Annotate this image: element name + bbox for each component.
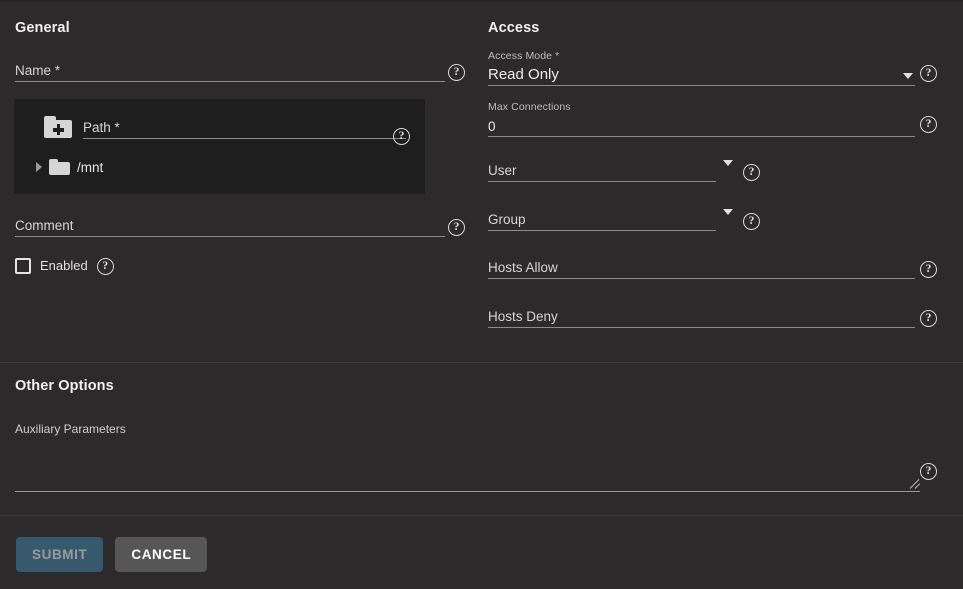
group-select[interactable]: Group <box>488 209 716 231</box>
enabled-help-icon[interactable]: ? <box>97 258 114 275</box>
chevron-right-icon[interactable] <box>36 162 42 172</box>
other-options-section-title: Other Options <box>15 378 114 394</box>
tree-item-label: /mnt <box>77 160 103 175</box>
hosts-allow-help-icon[interactable]: ? <box>920 261 937 278</box>
user-chevron-down-icon[interactable] <box>723 160 733 166</box>
max-connections-field[interactable]: Max Connections 0 <box>488 101 915 137</box>
access-mode-value: Read Only <box>488 66 559 83</box>
max-connections-help-icon[interactable]: ? <box>920 116 937 133</box>
hosts-allow-field[interactable]: Hosts Allow <box>488 257 915 279</box>
enabled-checkbox[interactable] <box>15 258 31 274</box>
path-field[interactable]: Path * <box>83 117 406 139</box>
hosts-allow-label: Hosts Allow <box>488 260 558 275</box>
hosts-deny-label: Hosts Deny <box>488 309 558 324</box>
user-label: User <box>488 163 517 178</box>
enabled-checkbox-row[interactable]: Enabled ? <box>15 257 114 274</box>
access-mode-field[interactable]: Access Mode * Read Only <box>488 50 915 86</box>
section-divider-top <box>0 362 963 363</box>
path-tree-panel: Path * /mnt <box>14 99 425 194</box>
submit-button[interactable]: SUBMIT <box>16 537 103 572</box>
user-help-icon[interactable]: ? <box>743 164 760 181</box>
hosts-deny-input[interactable]: Hosts Deny <box>488 306 915 328</box>
rsync-module-form: General Name * ? Path * /mnt ? <box>0 0 963 589</box>
hosts-deny-field[interactable]: Hosts Deny <box>488 306 915 328</box>
path-label: Path * <box>83 120 120 135</box>
hosts-deny-help-icon[interactable]: ? <box>920 310 937 327</box>
hosts-allow-input[interactable]: Hosts Allow <box>488 257 915 279</box>
max-connections-label: Max Connections <box>488 101 915 113</box>
auxiliary-parameters-help-icon[interactable]: ? <box>920 463 937 480</box>
max-connections-value: 0 <box>488 119 496 134</box>
resize-handle-icon[interactable] <box>910 477 922 489</box>
tree-row[interactable]: /mnt <box>36 159 103 175</box>
user-select[interactable]: User <box>488 160 716 182</box>
form-actions: SUBMIT CANCEL <box>16 537 207 572</box>
name-input[interactable]: Name * <box>15 60 445 82</box>
group-help-icon[interactable]: ? <box>743 213 760 230</box>
folder-icon <box>49 159 70 175</box>
general-section-title: General <box>15 20 70 36</box>
auxiliary-parameters-textarea[interactable] <box>15 470 920 492</box>
group-field[interactable]: Group <box>488 209 716 231</box>
user-field[interactable]: User <box>488 160 716 182</box>
chevron-down-icon[interactable] <box>903 73 913 79</box>
group-chevron-down-icon[interactable] <box>723 209 733 215</box>
folder-add-icon[interactable] <box>44 116 72 138</box>
path-input[interactable]: Path * <box>83 117 406 139</box>
group-label: Group <box>488 212 526 227</box>
access-mode-help-icon[interactable]: ? <box>920 65 937 82</box>
comment-field[interactable]: Comment <box>15 215 445 237</box>
name-help-icon[interactable]: ? <box>448 64 465 81</box>
access-mode-label: Access Mode * <box>488 50 915 62</box>
name-field[interactable]: Name * <box>15 60 445 82</box>
max-connections-input[interactable]: 0 <box>488 115 915 137</box>
enabled-label: Enabled <box>40 258 88 273</box>
access-section-title: Access <box>488 20 539 36</box>
comment-input[interactable]: Comment <box>15 215 445 237</box>
access-mode-select[interactable]: Read Only <box>488 64 915 86</box>
path-help-icon[interactable]: ? <box>393 128 410 145</box>
footer-divider <box>0 515 963 516</box>
auxiliary-parameters-label: Auxiliary Parameters <box>15 422 920 436</box>
comment-help-icon[interactable]: ? <box>448 219 465 236</box>
auxiliary-parameters-field[interactable]: Auxiliary Parameters <box>15 422 920 492</box>
name-label: Name * <box>15 63 60 78</box>
cancel-button[interactable]: CANCEL <box>115 537 207 572</box>
comment-label: Comment <box>15 218 74 233</box>
